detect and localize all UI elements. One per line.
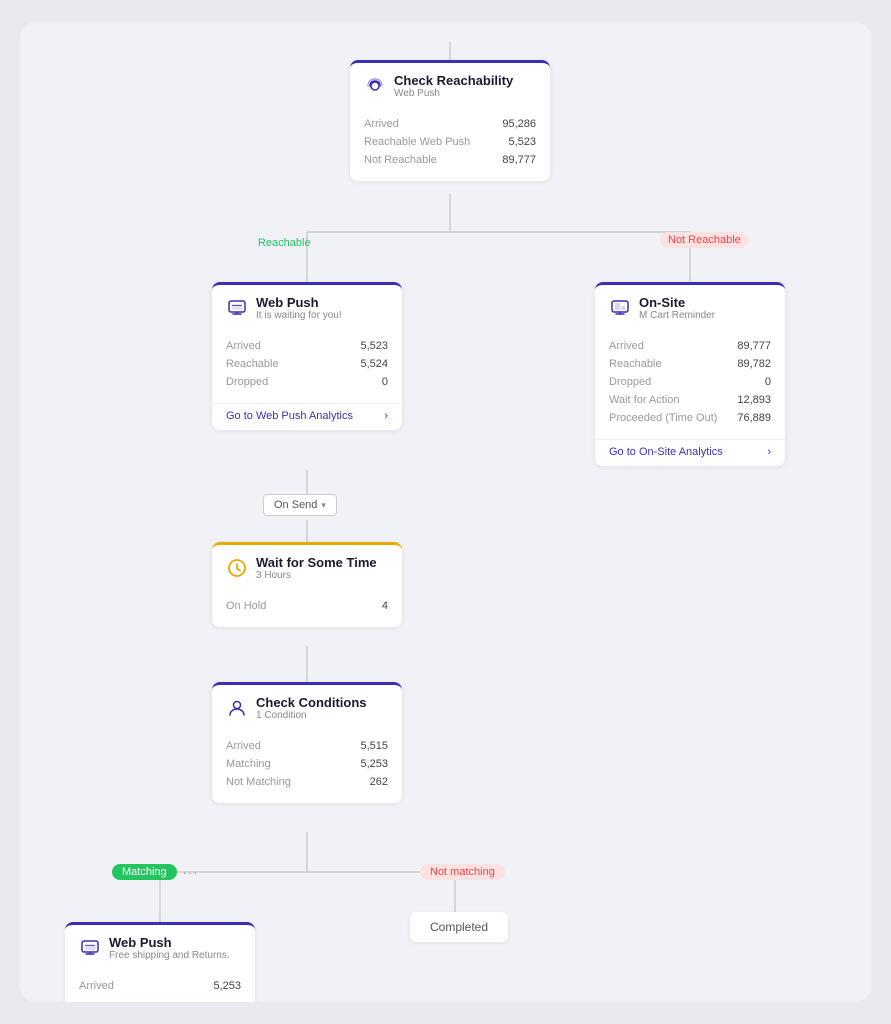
check-conditions-card: Check Conditions 1 Condition Arrived 5,5… bbox=[212, 682, 402, 803]
web-push-card-2: Web Push Free shipping and Returns. Arri… bbox=[65, 922, 255, 1002]
web-push-header-2: Web Push Free shipping and Returns. bbox=[65, 922, 255, 969]
wait-stats: On Hold 4 bbox=[212, 589, 402, 627]
chevron-down-icon: ▾ bbox=[321, 500, 326, 511]
on-send-badge[interactable]: On Send ▾ bbox=[263, 494, 337, 516]
web-push-title-2: Web Push bbox=[109, 935, 230, 950]
web-push-card-1: Web Push It is waiting for you! Arrived … bbox=[212, 282, 402, 430]
reachable-label: Reachable bbox=[252, 235, 317, 251]
check-reachability-subtitle: Web Push bbox=[394, 88, 513, 99]
on-site-card: On-Site M Cart Reminder Arrived 89,777 R… bbox=[595, 282, 785, 466]
person-icon bbox=[226, 697, 248, 719]
not-reachable-label: Not Reachable bbox=[660, 232, 749, 248]
web-push-title-1: Web Push bbox=[256, 295, 342, 310]
stat-not-reachable-cr: Not Reachable 89,777 bbox=[364, 151, 536, 169]
flow-canvas: Check Reachability Web Push Arrived 95,2… bbox=[20, 22, 871, 1002]
check-conditions-header: Check Conditions 1 Condition bbox=[212, 682, 402, 729]
chevron-right-icon-2: › bbox=[767, 446, 771, 458]
web-push-icon-2 bbox=[79, 937, 101, 959]
web-push-stats-2: Arrived 5,253 bbox=[65, 969, 255, 1002]
check-reachability-title: Check Reachability bbox=[394, 73, 513, 88]
matching-label: Matching bbox=[112, 864, 177, 880]
web-push-stats-1: Arrived 5,523 Reachable 5,524 Dropped 0 bbox=[212, 329, 402, 403]
on-site-stats: Arrived 89,777 Reachable 89,782 Dropped … bbox=[595, 329, 785, 439]
check-reachability-stats: Arrived 95,286 Reachable Web Push 5,523 … bbox=[350, 107, 550, 181]
on-site-icon bbox=[609, 297, 631, 319]
web-push-header-1: Web Push It is waiting for you! bbox=[212, 282, 402, 329]
check-reachability-header: Check Reachability Web Push bbox=[350, 60, 550, 107]
on-site-header: On-Site M Cart Reminder bbox=[595, 282, 785, 329]
check-reachability-card: Check Reachability Web Push Arrived 95,2… bbox=[350, 60, 550, 181]
web-push-icon-1 bbox=[226, 297, 248, 319]
wait-header: Wait for Some Time 3 Hours bbox=[212, 542, 402, 589]
on-site-analytics-link[interactable]: Go to On-Site Analytics › bbox=[595, 439, 785, 466]
stat-reachable-wp: Reachable Web Push 5,523 bbox=[364, 133, 536, 151]
not-matching-label-container: Not matching bbox=[420, 864, 505, 880]
wait-subtitle: 3 Hours bbox=[256, 570, 377, 581]
web-push-subtitle-1: It is waiting for you! bbox=[256, 310, 342, 321]
check-conditions-subtitle: 1 Condition bbox=[256, 710, 367, 721]
signal-icon bbox=[364, 75, 386, 97]
not-matching-label: Not matching bbox=[420, 864, 505, 880]
web-push-subtitle-2: Free shipping and Returns. bbox=[109, 950, 230, 961]
chevron-right-icon: › bbox=[384, 410, 388, 422]
check-conditions-title: Check Conditions bbox=[256, 695, 367, 710]
matching-label-container: Matching ··· bbox=[112, 864, 199, 880]
completed-box: Completed bbox=[410, 912, 508, 942]
on-site-title: On-Site bbox=[639, 295, 715, 310]
clock-icon bbox=[226, 557, 248, 579]
wait-for-some-time-card: Wait for Some Time 3 Hours On Hold 4 bbox=[212, 542, 402, 627]
on-site-subtitle: M Cart Reminder bbox=[639, 310, 715, 321]
ellipsis-icon: ··· bbox=[183, 865, 199, 880]
stat-arrived-cr: Arrived 95,286 bbox=[364, 115, 536, 133]
check-conditions-stats: Arrived 5,515 Matching 5,253 Not Matchin… bbox=[212, 729, 402, 803]
web-push-analytics-link-1[interactable]: Go to Web Push Analytics › bbox=[212, 403, 402, 430]
wait-title: Wait for Some Time bbox=[256, 555, 377, 570]
